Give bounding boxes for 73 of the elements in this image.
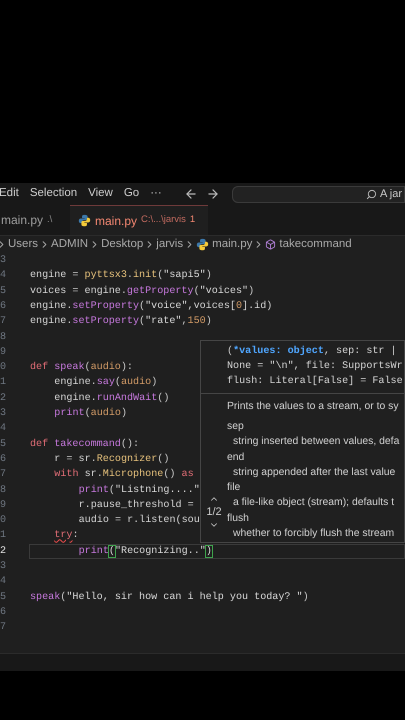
- line-number: 4: [0, 269, 8, 284]
- param-doc: a file-like object (stream); defaults t: [232, 496, 396, 510]
- code-line: voices = engine.getProperty("voices"): [30, 284, 254, 299]
- menu-item[interactable]: Selection: [30, 185, 78, 203]
- line-number: 7: [0, 621, 8, 636]
- line-number: 8: [0, 484, 8, 498]
- line-number: 0: [0, 361, 8, 376]
- menu-item[interactable]: ···: [150, 185, 162, 203]
- line-number: 8: [0, 330, 8, 345]
- cube-icon: [265, 239, 276, 250]
- signature-line: (*values: object, sep: str |: [227, 344, 398, 359]
- param-doc: string appended after the last value: [232, 466, 396, 480]
- description-text: Prints the values to a stream, or to sy: [227, 400, 400, 414]
- code-line: print("Recognizing.."): [78, 544, 212, 559]
- code-line: engine.say(audio): [54, 376, 158, 390]
- line-number: 3: [0, 407, 8, 422]
- code-line: engine = pyttsx3.init("sapi5"): [30, 268, 212, 284]
- search-icon: [366, 188, 377, 200]
- search-text: A jar: [380, 186, 402, 202]
- code-line: engine.setProperty("rate",150): [30, 314, 212, 330]
- breadcrumb-item[interactable]: main.py: [212, 236, 252, 254]
- breadcrumb-item[interactable]: takecommand: [279, 236, 352, 254]
- code-line: with sr.Microphone() as: [54, 468, 194, 482]
- line-number: 7: [0, 315, 8, 330]
- param-name: end: [227, 450, 246, 465]
- param-name: sep: [227, 420, 245, 434]
- line-number: 5: [0, 438, 8, 452]
- editor-tab[interactable]: main.py C:\...\jarvis 1: [70, 205, 208, 235]
- line-number: 4: [0, 575, 8, 590]
- code-line: speak("Hello, sir how can i help you today? "): [30, 590, 309, 605]
- python-icon: [78, 214, 91, 227]
- signature-line: None = "\n", file: SupportsWr: [227, 360, 404, 374]
- line-number: 5: [0, 590, 8, 605]
- code-line: def takecommand():: [30, 438, 140, 452]
- line-number: 6: [0, 606, 8, 620]
- breadcrumb-item[interactable]: Users: [8, 236, 38, 254]
- code-line: def speak(audio):: [30, 360, 133, 376]
- line-number: 9: [0, 346, 8, 360]
- menu-item[interactable]: Go: [124, 185, 140, 203]
- line-number: 5: [0, 284, 8, 299]
- line-number: 6: [0, 300, 8, 314]
- param-doc: string inserted between values, defa: [232, 435, 400, 450]
- breadcrumb-item[interactable]: ADMIN: [51, 236, 88, 254]
- search-field[interactable]: A jar: [232, 186, 405, 202]
- line-number: 1: [0, 529, 8, 544]
- code-line: r.pause_threshold =: [78, 498, 194, 513]
- line-number: 1: [0, 376, 8, 390]
- signature-line: flush: Literal[False] = False: [227, 374, 404, 389]
- breadcrumb-item[interactable]: Desktop: [101, 236, 144, 254]
- code-line: print("Listning....": [78, 484, 200, 498]
- code-line: engine.runAndWait(): [54, 392, 170, 406]
- python-icon: [196, 238, 210, 251]
- code-line: try:: [54, 529, 79, 544]
- param-doc: whether to forcibly flush the stream: [232, 527, 396, 542]
- overload-counter: 1/2: [206, 504, 222, 520]
- menu-item[interactable]: View: [88, 185, 113, 203]
- line-number: 9: [0, 498, 8, 513]
- line-number: 6: [0, 452, 8, 467]
- line-number: 2: [0, 392, 8, 406]
- code-line: print(audio): [54, 406, 128, 422]
- line-number: 7: [0, 468, 8, 482]
- breadcrumb-item[interactable]: jarvis: [156, 236, 184, 254]
- line-number: 4: [0, 422, 8, 436]
- line-number: 3: [0, 254, 8, 268]
- code-line: audio = r.listen(sou: [78, 514, 200, 528]
- param-name: flush: [227, 512, 250, 526]
- code-line: r = sr.Recognizer(): [54, 452, 170, 467]
- line-number: 0: [0, 514, 8, 528]
- line-number: 2: [0, 544, 8, 559]
- line-number: 3: [0, 560, 8, 574]
- code-line: engine.setProperty("voice",voices[0].id): [30, 300, 272, 314]
- param-name: file: [227, 481, 242, 496]
- menu-item[interactable]: Edit: [0, 185, 19, 203]
